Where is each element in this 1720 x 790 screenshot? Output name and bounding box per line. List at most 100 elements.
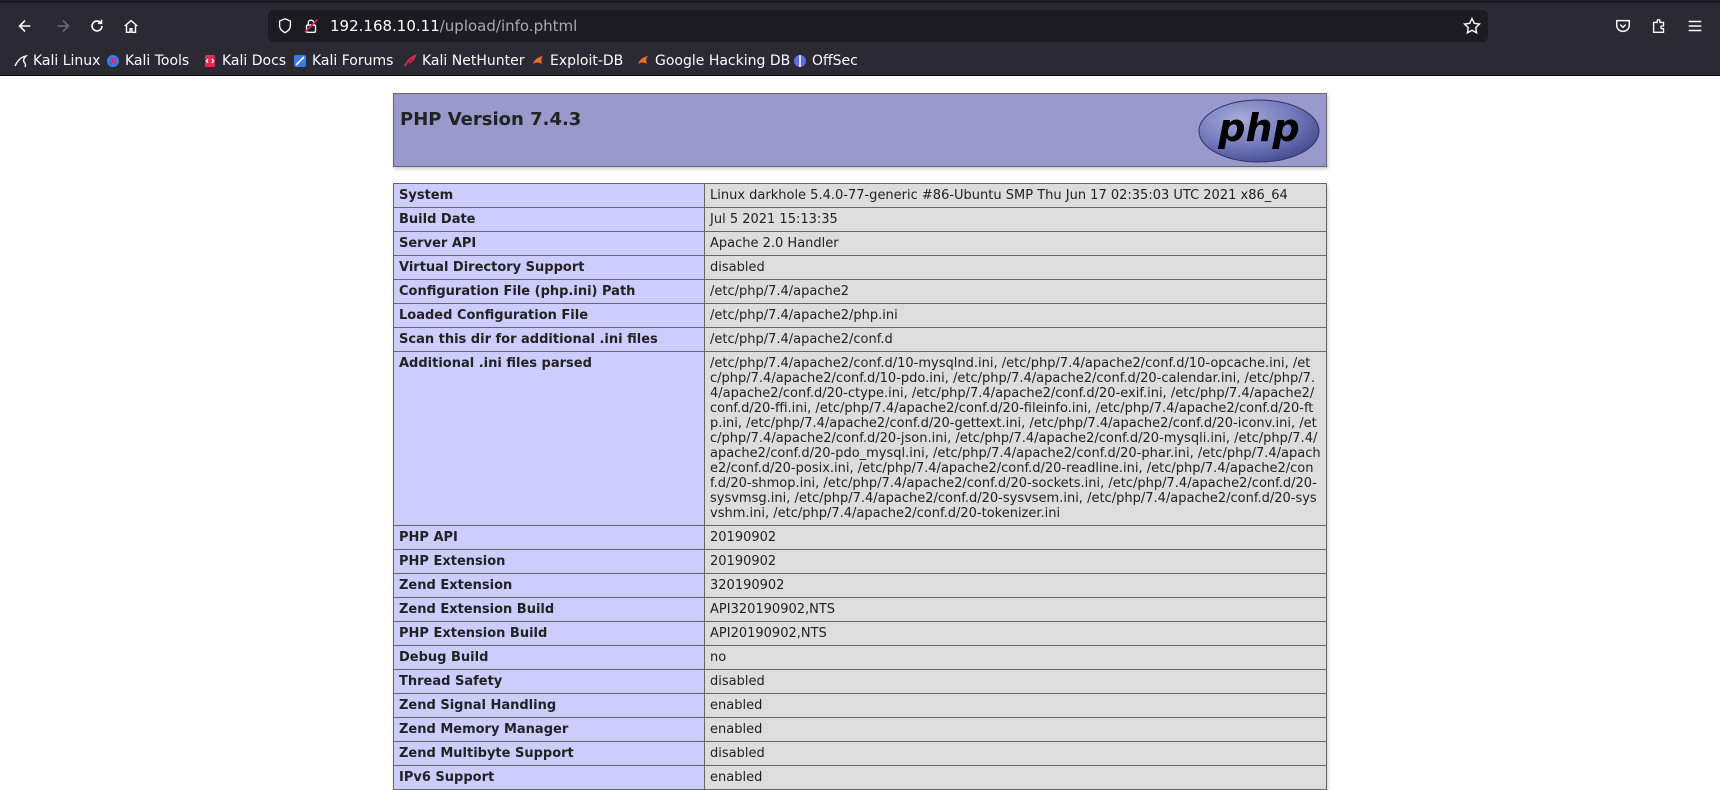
url-host: 192.168.10.11 <box>330 17 440 35</box>
row-key: PHP API <box>393 525 705 550</box>
menu-button[interactable] <box>1682 13 1708 39</box>
row-value: disabled <box>704 669 1327 694</box>
table-row: System Linux darkhole 5.4.0-77-generic #8… <box>393 183 1327 208</box>
row-value: disabled <box>704 255 1327 280</box>
row-key: Zend Extension Build <box>393 597 705 622</box>
bookmarks-toolbar: Kali Linux Kali Tools Kali Docs Kali For… <box>0 46 1720 76</box>
table-row: Configuration File (php.ini) Path/etc/ph… <box>393 279 1327 304</box>
row-value: Jul 5 2021 15:13:35 <box>704 207 1327 232</box>
insecure-lock-icon[interactable] <box>302 17 320 35</box>
row-value: /etc/php/7.4/apache2/conf.d <box>704 327 1327 352</box>
row-key: PHP Extension Build <box>393 621 705 646</box>
bookmark-kali-tools[interactable]: Kali Tools <box>106 50 189 72</box>
row-key: Loaded Configuration File <box>393 303 705 328</box>
row-value: /etc/php/7.4/apache2/conf.d/10-mysqlnd.i… <box>704 351 1327 526</box>
table-row: Zend Extension 320190902 <box>393 573 1327 598</box>
row-value: API320190902,NTS <box>704 597 1327 622</box>
table-row: Debug Build no <box>393 645 1327 670</box>
table-row: PHP API 20190902 <box>393 525 1327 550</box>
row-key: Zend Signal Handling <box>393 693 705 718</box>
row-key: Virtual Directory Support <box>393 255 705 280</box>
table-row: Additional .ini files parsed/etc/php/7.4… <box>393 351 1327 526</box>
row-key: Scan this dir for additional .ini files <box>393 327 705 352</box>
pocket-icon <box>1615 19 1631 33</box>
row-key: Build Date <box>393 207 705 232</box>
row-value: /etc/php/7.4/apache2 <box>704 279 1327 304</box>
table-row: Thread Safety disabled <box>393 669 1327 694</box>
arrow-right-icon <box>57 20 70 32</box>
exploit-db-icon <box>533 56 543 64</box>
kali-nethunter-icon <box>404 54 417 67</box>
bookmark-ghdb[interactable]: Google Hacking DB <box>636 50 790 72</box>
puzzle-icon <box>1652 19 1665 33</box>
kali-docs-icon <box>205 55 215 67</box>
kali-tools-icon <box>107 55 119 67</box>
row-value: /etc/php/7.4/apache2/php.ini <box>704 303 1327 328</box>
row-key: PHP Extension <box>393 549 705 574</box>
phpinfo-container: PHP Version 7.4.3 php System Linux darkho… <box>393 93 1327 790</box>
kali-dragon-icon <box>14 54 28 68</box>
php-version-header: PHP Version 7.4.3 php <box>393 93 1327 167</box>
bookmark-label: Google Hacking DB <box>655 53 791 69</box>
row-key: Server API <box>393 231 705 256</box>
row-value: enabled <box>704 765 1327 790</box>
bookmark-label: Kali NetHunter <box>422 53 525 69</box>
row-value: 20190902 <box>704 525 1327 550</box>
bookmark-kali-linux[interactable]: Kali Linux <box>14 50 100 72</box>
bookmark-kali-forums[interactable]: Kali Forums <box>293 50 393 72</box>
bookmark-kali-docs[interactable]: Kali Docs <box>203 50 286 72</box>
bookmark-label: Exploit-DB <box>550 53 624 69</box>
bookmark-exploit-db[interactable]: Exploit-DB <box>531 50 623 72</box>
table-row: IPv6 Support enabled <box>393 765 1327 790</box>
row-key: IPv6 Support <box>393 765 705 790</box>
row-value: disabled <box>704 741 1327 766</box>
row-key: Zend Multibyte Support <box>393 741 705 766</box>
row-value: Apache 2.0 Handler <box>704 231 1327 256</box>
offsec-icon <box>794 55 806 67</box>
table-row: Loaded Configuration File/etc/php/7.4/ap… <box>393 303 1327 328</box>
bookmark-kali-nethunter[interactable]: Kali NetHunter <box>403 50 524 72</box>
table-row: Zend Signal Handling enabled <box>393 693 1327 718</box>
reload-icon <box>91 19 103 32</box>
bookmark-label: Kali Tools <box>125 53 190 69</box>
php-logo[interactable]: php <box>1198 99 1320 163</box>
row-key: Zend Extension <box>393 573 705 598</box>
bookmark-offsec[interactable]: OffSec <box>793 50 858 72</box>
home-button[interactable] <box>118 13 144 39</box>
url-bar[interactable]: 192.168.10.11/upload/info.phtml <box>268 10 1488 42</box>
table-row: Zend Memory Manager enabled <box>393 717 1327 742</box>
home-icon <box>124 19 138 34</box>
table-row: Build Date Jul 5 2021 15:13:35 <box>393 207 1327 232</box>
kali-forums-icon <box>294 55 306 67</box>
row-value: enabled <box>704 717 1327 742</box>
star-icon[interactable] <box>1462 16 1482 36</box>
hamburger-menu-icon <box>1688 20 1702 32</box>
row-key: Zend Memory Manager <box>393 717 705 742</box>
row-value: no <box>704 645 1327 670</box>
row-key: Thread Safety <box>393 669 705 694</box>
table-row: PHP Extension 20190902 <box>393 549 1327 574</box>
row-key: System <box>393 183 705 208</box>
shield-icon[interactable] <box>276 17 294 35</box>
back-button[interactable] <box>12 13 38 39</box>
arrow-left-icon <box>18 20 31 32</box>
url-text[interactable]: 192.168.10.11/upload/info.phtml <box>330 16 577 36</box>
url-path: /upload/info.phtml <box>439 17 578 35</box>
bookmark-label: Kali Forums <box>312 53 394 69</box>
table-row: Zend Extension Build API320190902,NTS <box>393 597 1327 622</box>
reload-button[interactable] <box>84 13 110 39</box>
row-key: Debug Build <box>393 645 705 670</box>
page-content: PHP Version 7.4.3 php System Linux darkho… <box>0 76 1720 790</box>
table-row: Scan this dir for additional .ini files /… <box>393 327 1327 352</box>
page-title: PHP Version 7.4.3 <box>400 109 582 130</box>
table-row: Server API Apache 2.0 Handler <box>393 231 1327 256</box>
forward-button[interactable] <box>50 13 76 39</box>
bookmark-label: Kali Linux <box>33 53 101 69</box>
row-value: Linux darkhole 5.4.0-77-generic #86-Ubun… <box>704 183 1327 208</box>
php-info-table: System Linux darkhole 5.4.0-77-generic #8… <box>393 183 1327 790</box>
pocket-button[interactable] <box>1610 13 1636 39</box>
bookmark-label: Kali Docs <box>222 53 287 69</box>
extensions-button[interactable] <box>1646 13 1672 39</box>
row-value: API20190902,NTS <box>704 621 1327 646</box>
row-value: 20190902 <box>704 549 1327 574</box>
